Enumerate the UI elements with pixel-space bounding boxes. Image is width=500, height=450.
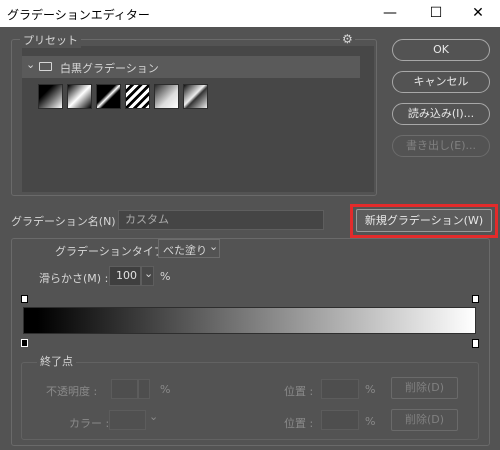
- opacity-stop-right[interactable]: [472, 295, 479, 303]
- chevron-down-icon: ⌄: [149, 410, 159, 423]
- smoothness-dropdown[interactable]: ⌄: [141, 266, 154, 286]
- ok-button[interactable]: OK: [392, 39, 490, 61]
- opacity-dropdown: [138, 379, 150, 399]
- title-bar: グラデーションエディター — ☐ ✕: [0, 0, 500, 27]
- delete-opacity-stop-button: 削除(D): [391, 377, 458, 399]
- opacity-unit: %: [160, 383, 171, 396]
- smoothness-label: 滑らかさ(M) :: [39, 272, 109, 285]
- gradient-name-input[interactable]: カスタム: [118, 210, 324, 230]
- folder-icon: [39, 62, 52, 71]
- chevron-down-icon: ⌄: [144, 267, 154, 280]
- preset-folder-name: 白黒グラデーション: [60, 62, 159, 75]
- delete-color-stop-button: 削除(D): [391, 409, 458, 431]
- close-icon[interactable]: ✕: [456, 0, 500, 27]
- opacity-position-label: 位置 :: [284, 385, 314, 398]
- preset-swatch-4[interactable]: [125, 84, 150, 109]
- preset-swatch-2[interactable]: [67, 84, 92, 109]
- opacity-position-input: [321, 379, 359, 399]
- color-swatch-field: [109, 410, 146, 430]
- color-position-input: [321, 410, 359, 430]
- color-position-label: 位置 :: [284, 417, 314, 430]
- preset-swatch-5[interactable]: [154, 84, 179, 109]
- preset-swatch-1[interactable]: [38, 84, 63, 109]
- gradient-type-value: べた塗り: [163, 244, 207, 257]
- gradient-type-dropdown[interactable]: べた塗り ⌄: [158, 239, 220, 258]
- gradient-preview-bar[interactable]: [23, 307, 476, 334]
- gradient-type-label: グラデーションタイプ :: [55, 245, 172, 258]
- cancel-button[interactable]: キャンセル: [392, 71, 490, 93]
- color-label: カラー :: [69, 417, 110, 430]
- opacity-position-unit: %: [365, 383, 376, 396]
- save-button: 書き出し(E)...: [392, 135, 490, 157]
- color-position-unit: %: [365, 415, 376, 428]
- color-stop-left[interactable]: [21, 339, 28, 347]
- window-title: グラデーションエディター: [7, 8, 150, 22]
- presets-label: プリセット: [20, 32, 81, 48]
- new-gradient-button[interactable]: 新規グラデーション(W): [356, 209, 492, 232]
- load-button[interactable]: 読み込み(I)...: [392, 103, 490, 125]
- smoothness-unit: %: [160, 270, 171, 283]
- opacity-label: 不透明度 :: [46, 385, 98, 398]
- opacity-stop-left[interactable]: [21, 295, 28, 303]
- color-stop-right[interactable]: [472, 339, 479, 348]
- stops-section-label-bg: 終了点: [37, 353, 76, 369]
- gradient-name-label: グラデーション名(N) :: [11, 215, 123, 228]
- preset-swatch-6[interactable]: [183, 84, 208, 109]
- gear-icon[interactable]: ⚙: [340, 32, 355, 46]
- maximize-icon[interactable]: ☐: [414, 0, 458, 27]
- minimize-icon[interactable]: —: [368, 0, 412, 27]
- chevron-down-icon[interactable]: ⌄: [26, 58, 35, 71]
- preset-folder-row[interactable]: ⌄ 白黒グラデーション: [22, 56, 360, 78]
- chevron-down-icon: ⌄: [209, 240, 219, 253]
- preset-swatch-3[interactable]: [96, 84, 121, 109]
- opacity-input: [111, 379, 138, 399]
- smoothness-input[interactable]: 100: [109, 266, 141, 286]
